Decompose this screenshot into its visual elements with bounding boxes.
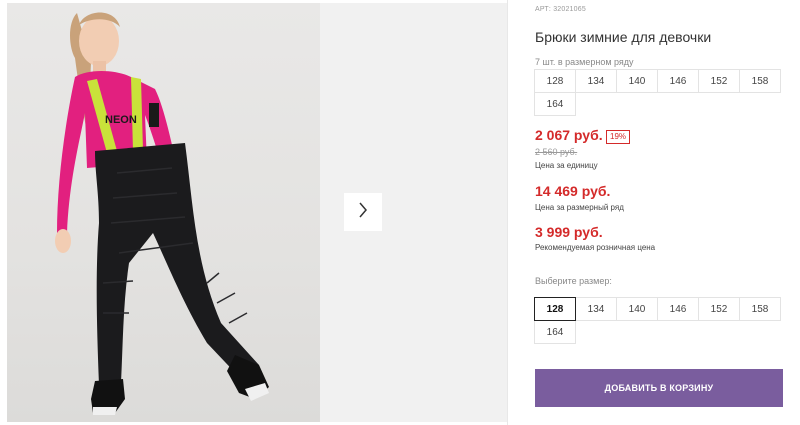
size-option-152[interactable]: 152	[698, 297, 740, 321]
pack-size-cell: 134	[575, 69, 617, 93]
unit-price: 2 067 руб.	[535, 127, 603, 143]
row-price-label: Цена за размерный ряд	[535, 203, 624, 212]
pack-size-cell: 152	[698, 69, 740, 93]
size-option-164[interactable]: 164	[534, 320, 576, 344]
product-photo: NEON	[7, 3, 320, 422]
product-title: Брюки зимние для девочки	[535, 29, 712, 45]
pack-size-cell: 164	[534, 92, 576, 116]
retail-price-label: Рекомендуемая розничная цена	[535, 243, 656, 252]
row-price: 14 469 руб.	[535, 183, 611, 199]
size-option-128[interactable]: 128	[534, 297, 576, 321]
choose-size-label: Выберите размер:	[535, 276, 612, 286]
neon-print-text: NEON	[105, 114, 137, 126]
size-option-140[interactable]: 140	[616, 297, 658, 321]
size-option-158[interactable]: 158	[739, 297, 781, 321]
add-to-cart-button[interactable]: ДОБАВИТЬ В КОРЗИНУ	[535, 369, 783, 407]
size-selector: 128 134 140 146 152 158 164	[534, 297, 786, 344]
next-photo-button[interactable]	[344, 193, 382, 231]
pack-size-cell: 140	[616, 69, 658, 93]
chevron-right-icon	[358, 202, 368, 223]
old-price: 2 560 руб.	[535, 147, 578, 157]
discount-badge: 19%	[606, 130, 631, 144]
size-option-146[interactable]: 146	[657, 297, 699, 321]
product-gallery: NEON	[0, 0, 507, 425]
unit-price-label: Цена за единицу	[535, 161, 598, 170]
pack-size-cell: 128	[534, 69, 576, 93]
pack-size-label: 7 шт. в размерном ряду	[535, 57, 634, 67]
pack-size-grid: 128 134 140 146 152 158 164	[534, 69, 786, 116]
pack-size-cell: 158	[739, 69, 781, 93]
size-option-134[interactable]: 134	[575, 297, 617, 321]
retail-price: 3 999 руб.	[535, 224, 603, 240]
article-number: АРТ: 32021065	[535, 6, 586, 13]
pack-size-cell: 146	[657, 69, 699, 93]
panel-divider	[507, 0, 508, 425]
